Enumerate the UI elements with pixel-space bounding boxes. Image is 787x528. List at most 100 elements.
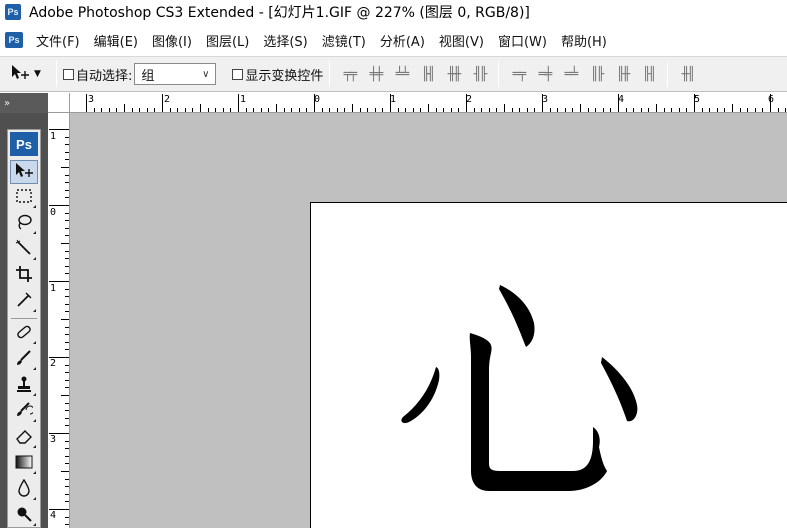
ruler-tick bbox=[709, 108, 711, 112]
move-tool[interactable] bbox=[10, 160, 38, 184]
ruler-tick bbox=[777, 108, 779, 112]
menu-select[interactable]: 选择(S) bbox=[256, 31, 314, 50]
ruler-tick bbox=[61, 319, 69, 320]
distribute-top-icon[interactable]: ═╤ bbox=[507, 63, 529, 85]
ruler-tick bbox=[412, 108, 414, 112]
menu-window[interactable]: 窗口(W) bbox=[491, 31, 554, 50]
distribute-vcenter-icon[interactable]: ═╪ bbox=[533, 63, 555, 85]
magic-wand-tool[interactable] bbox=[10, 238, 38, 262]
ruler-tick bbox=[61, 167, 69, 168]
auto-align-layers-icon[interactable]: ╫║ bbox=[676, 63, 698, 85]
menu-view[interactable]: 视图(V) bbox=[432, 31, 491, 50]
blur-tool[interactable] bbox=[10, 478, 38, 502]
toolbox-collapse-bar[interactable]: » bbox=[0, 93, 48, 113]
align-left-icon[interactable]: ╟╢ bbox=[416, 63, 438, 85]
menu-help[interactable]: 帮助(H) bbox=[554, 31, 614, 50]
ruler-tick bbox=[762, 108, 764, 112]
distribute-hcenter-icon[interactable]: ║╫ bbox=[611, 63, 633, 85]
ruler-label: 3 bbox=[88, 94, 95, 105]
photoshop-app-icon[interactable]: Ps bbox=[5, 4, 21, 20]
ruler-tick bbox=[65, 273, 69, 275]
ruler-tick bbox=[618, 94, 619, 112]
ruler-tick bbox=[564, 108, 566, 112]
ruler-tick bbox=[663, 108, 665, 112]
history-brush-tool[interactable] bbox=[10, 400, 38, 424]
move-tool-icon bbox=[14, 162, 34, 182]
ruler-origin[interactable] bbox=[48, 93, 70, 113]
eraser-tool[interactable] bbox=[10, 426, 38, 450]
ruler-tick bbox=[131, 108, 133, 112]
ruler-tick bbox=[65, 136, 69, 138]
ruler-tick bbox=[754, 108, 756, 112]
ruler-tick bbox=[65, 227, 69, 229]
ruler-tick bbox=[390, 94, 391, 112]
ruler-tick bbox=[65, 144, 69, 146]
vertical-ruler[interactable]: 1 0 1 2 3 4 bbox=[48, 113, 70, 528]
ruler-tick bbox=[549, 108, 551, 112]
show-transform-checkbox[interactable]: 显示变换控件 bbox=[232, 65, 323, 84]
ruler-tick bbox=[61, 243, 69, 244]
ruler-label: 4 bbox=[50, 510, 57, 521]
ruler-tick bbox=[443, 108, 445, 112]
align-vcenter-icon[interactable]: ╪╪ bbox=[364, 63, 386, 85]
checkbox-box[interactable] bbox=[63, 68, 74, 80]
ruler-tick bbox=[671, 108, 673, 112]
dodge-tool[interactable] bbox=[10, 504, 38, 528]
align-bottom-icon[interactable]: ╧╧ bbox=[390, 63, 412, 85]
tool-preset-picker[interactable]: ▼ bbox=[10, 61, 50, 87]
ruler-tick bbox=[65, 296, 69, 298]
document-canvas[interactable] bbox=[310, 202, 787, 528]
menu-bar: Ps 文件(F) 编辑(E) 图像(I) 图层(L) 选择(S) 滤镜(T) 分… bbox=[0, 28, 787, 52]
photoshop-badge[interactable]: Ps bbox=[10, 132, 38, 156]
menu-file[interactable]: 文件(F) bbox=[29, 31, 87, 50]
toolbox-divider bbox=[11, 318, 37, 319]
align-hcenter-icon[interactable]: ╫╫ bbox=[442, 63, 464, 85]
checkbox-box[interactable] bbox=[232, 68, 244, 80]
ruler-tick bbox=[49, 357, 69, 358]
ruler-tick bbox=[260, 108, 262, 112]
ruler-tick bbox=[65, 387, 69, 389]
water-drop-icon bbox=[16, 478, 32, 501]
auto-select-checkbox[interactable]: 自动选择: bbox=[63, 65, 132, 84]
ruler-tick bbox=[405, 108, 407, 112]
brush-tool[interactable] bbox=[10, 348, 38, 372]
ruler-tick bbox=[534, 108, 536, 112]
history-brush-icon bbox=[15, 401, 35, 423]
ruler-tick bbox=[602, 108, 604, 112]
ruler-tick bbox=[65, 303, 69, 305]
align-top-icon[interactable]: ╤╤ bbox=[338, 63, 360, 85]
crop-tool[interactable] bbox=[10, 264, 38, 288]
ruler-tick bbox=[65, 334, 69, 336]
horizontal-ruler[interactable]: 3 2 1 0 1 2 3 4 5 6 bbox=[70, 93, 787, 113]
healing-brush-tool[interactable] bbox=[10, 322, 38, 346]
ruler-tick bbox=[701, 108, 703, 112]
ruler-label: 6 bbox=[768, 94, 775, 105]
distribute-bottom-icon[interactable]: ═╧ bbox=[559, 63, 581, 85]
gradient-icon bbox=[15, 454, 33, 474]
menu-layer[interactable]: 图层(L) bbox=[199, 31, 256, 50]
auto-select-dropdown[interactable]: 组 ∨ bbox=[134, 63, 217, 85]
menu-edit[interactable]: 编辑(E) bbox=[87, 31, 145, 50]
distribute-right-icon[interactable]: ║╢ bbox=[637, 63, 659, 85]
menu-image[interactable]: 图像(I) bbox=[145, 31, 199, 50]
document-menu-icon[interactable]: Ps bbox=[5, 32, 23, 48]
slice-tool[interactable] bbox=[10, 290, 38, 314]
ruler-tick bbox=[108, 108, 110, 112]
lasso-tool[interactable] bbox=[10, 212, 38, 236]
clone-stamp-tool[interactable] bbox=[10, 374, 38, 398]
ruler-tick bbox=[724, 108, 726, 112]
align-right-icon[interactable]: ╢╟ bbox=[468, 63, 490, 85]
menu-filter[interactable]: 滤镜(T) bbox=[315, 31, 373, 50]
gradient-tool[interactable] bbox=[10, 452, 38, 476]
marquee-tool[interactable] bbox=[10, 186, 38, 210]
ruler-tick bbox=[770, 94, 771, 112]
ruler-tick bbox=[352, 104, 353, 112]
menu-analysis[interactable]: 分析(A) bbox=[373, 31, 432, 50]
distribute-left-icon[interactable]: ║╟ bbox=[585, 63, 607, 85]
ruler-tick bbox=[656, 104, 657, 112]
divider bbox=[329, 61, 331, 87]
ruler-label: 1 bbox=[50, 283, 57, 294]
canvas-workspace[interactable] bbox=[70, 113, 787, 528]
ruler-tick bbox=[65, 478, 69, 480]
ruler-tick bbox=[65, 311, 69, 313]
